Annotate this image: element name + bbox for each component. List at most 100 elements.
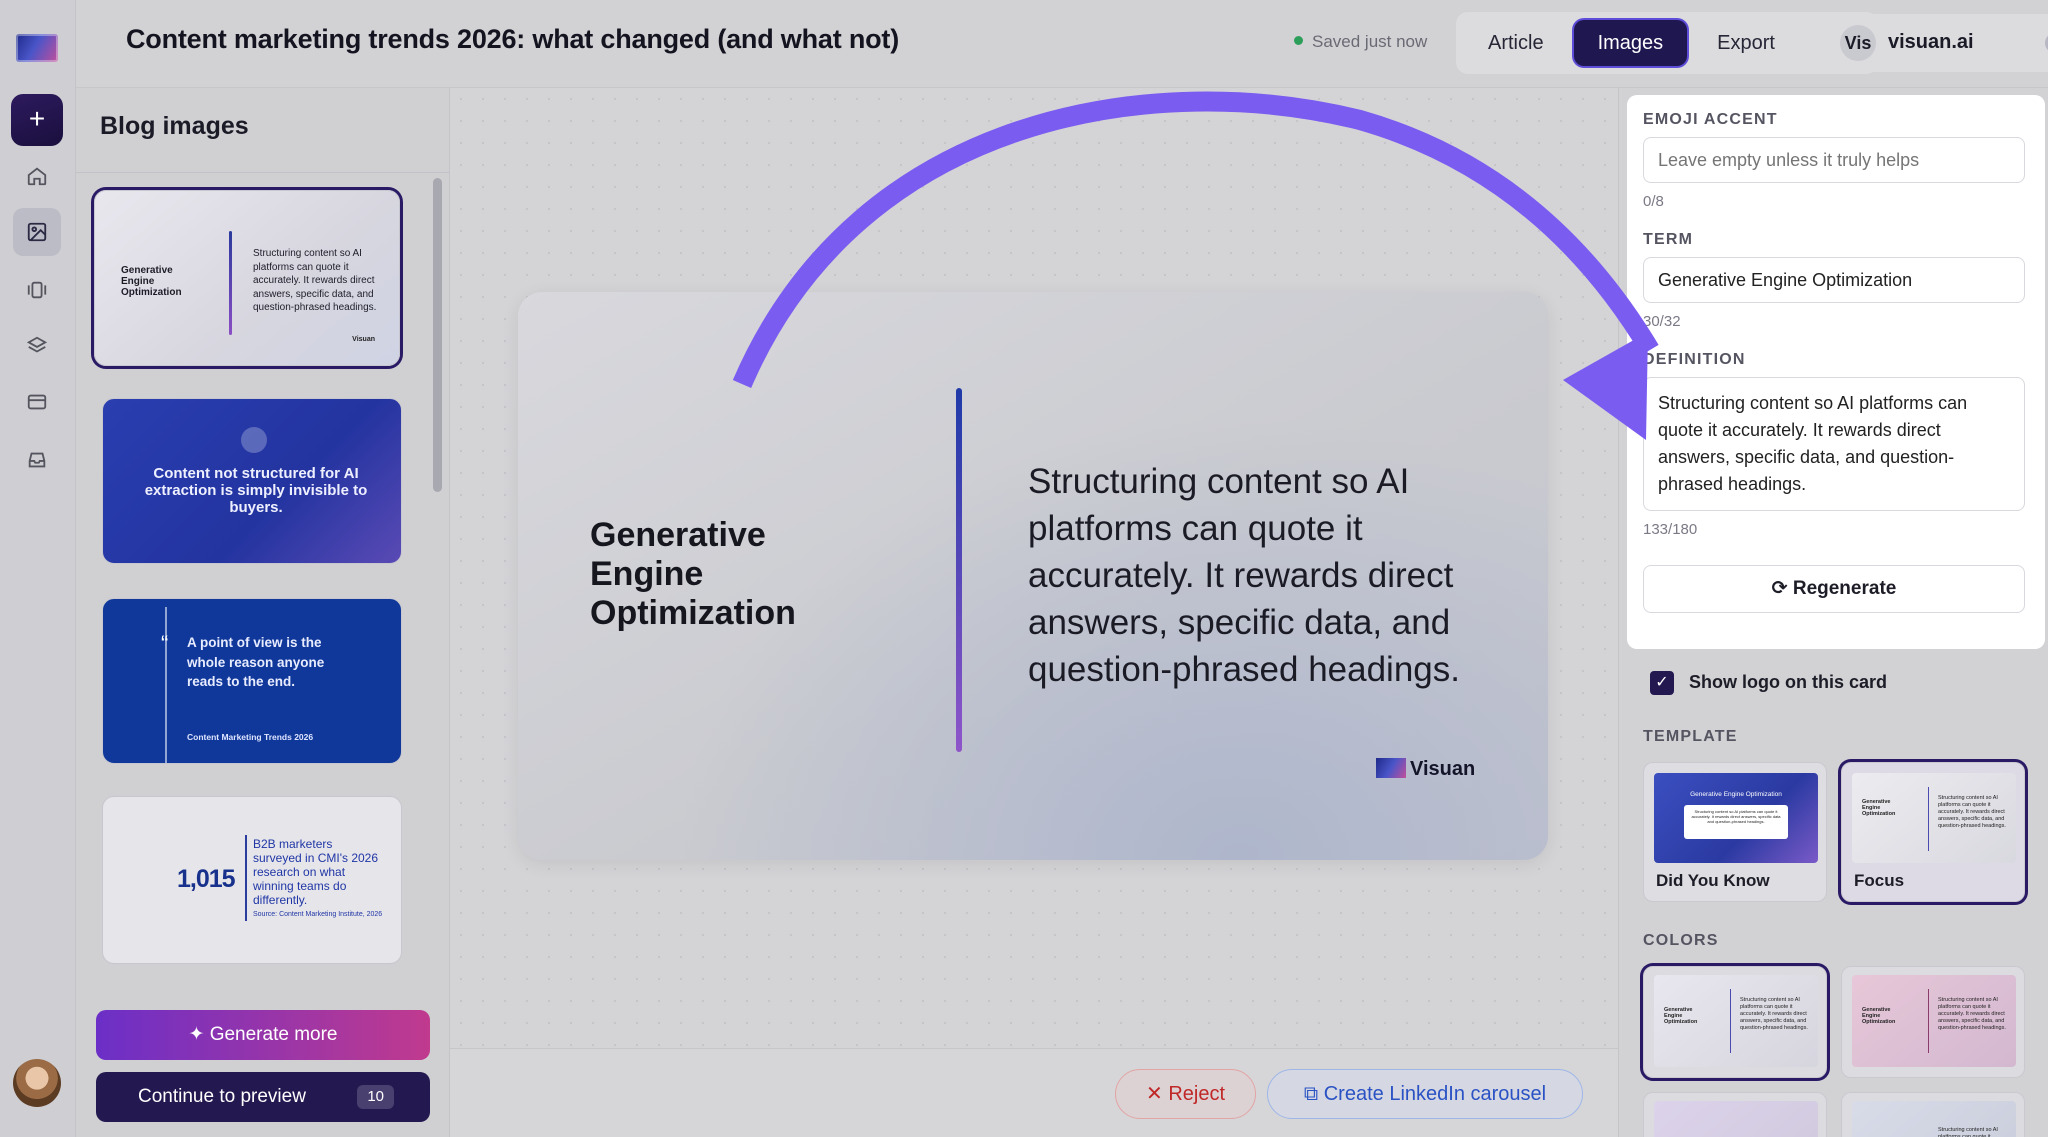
carousel-icon: ⧉ <box>1303 1083 1324 1105</box>
thumb-divider <box>229 231 232 335</box>
properties-panel: EMOJI ACCENT 0/8 TERM Generative Engine … <box>1618 88 2048 1137</box>
color-option[interactable]: Generative Engine Optimization Structuri… <box>1643 966 1827 1078</box>
count-badge: 10 <box>357 1085 394 1109</box>
thumb-stat[interactable]: 1,015 B2B marketers surveyed in CMI's 20… <box>102 796 402 964</box>
panel-title: Blog images <box>100 112 249 140</box>
create-carousel-button[interactable]: ⧉ Create LinkedIn carousel <box>1267 1069 1583 1119</box>
layers-icon[interactable] <box>19 328 55 364</box>
status-dot-icon <box>1294 36 1303 45</box>
show-logo-label: Show logo on this card <box>1689 672 1887 692</box>
emoji-input[interactable] <box>1643 137 2025 183</box>
definition-textarea[interactable]: Structuring content so AI platforms can … <box>1643 377 2025 511</box>
app-logo[interactable] <box>16 34 58 62</box>
quote-icon: “ <box>161 631 169 656</box>
color-mini-divider <box>1730 989 1731 1053</box>
left-rail: + <box>0 0 76 1137</box>
inbox-icon[interactable] <box>19 442 55 478</box>
regenerate-button[interactable]: ⟳ Regenerate <box>1643 565 2025 613</box>
continue-to-preview-button[interactable]: Continue to preview 10 <box>96 1072 430 1122</box>
color-mini-divider <box>1928 989 1929 1053</box>
tab-export[interactable]: Export <box>1693 20 1799 66</box>
color-preview: Generative Engine Optimization Structuri… <box>1852 975 2016 1067</box>
continue-label: Continue to preview <box>138 1086 306 1107</box>
carousel-icon[interactable] <box>19 272 55 308</box>
panel-scrollbar[interactable] <box>433 178 442 492</box>
document-title[interactable]: Content marketing trends 2026: what chan… <box>126 24 899 55</box>
plus-icon: + <box>28 103 46 134</box>
action-bar: ✕ Reject ⧉ Create LinkedIn carousel <box>450 1048 1618 1137</box>
definition-label: DEFINITION <box>1643 351 1746 368</box>
colors-label: COLORS <box>1643 932 1719 949</box>
view-tabs: Article Images Export <box>1456 12 1878 74</box>
tab-images[interactable]: Images <box>1573 20 1688 66</box>
logo-icon <box>1376 758 1406 778</box>
card-icon[interactable] <box>19 384 55 420</box>
lightbulb-icon <box>241 427 267 453</box>
new-button[interactable]: + <box>11 94 63 146</box>
brand-name: visuan.ai <box>1888 31 1974 53</box>
term-input[interactable]: Generative Engine Optimization <box>1643 257 2025 303</box>
thumb-focus[interactable]: Generative Engine Optimization Structuri… <box>94 190 400 366</box>
preview-card[interactable]: Generative Engine Optimization Structuri… <box>518 292 1548 860</box>
thumb-text: Content not structured for AI extraction… <box>144 465 368 516</box>
emoji-count: 0/8 <box>1643 193 1664 210</box>
check-icon: ✓ <box>1655 674 1669 691</box>
template-mini-text: Structuring content so AI platforms can … <box>1938 795 2006 829</box>
thumb-source: Content Marketing Trends 2026 <box>187 732 314 742</box>
image-icon[interactable] <box>13 208 61 256</box>
blog-images-panel: Blog images Generative Engine Optimizati… <box>76 88 450 1137</box>
color-mini-text: Structuring content so AI platforms can … <box>1740 997 1808 1031</box>
template-mini-term: Generative Engine Optimization <box>1862 799 1896 817</box>
color-option[interactable]: Generative Engine Optimization Structuri… <box>1841 966 2025 1078</box>
color-option[interactable] <box>1643 1092 1827 1137</box>
thumb-logo: Visuan <box>352 336 375 343</box>
tab-article[interactable]: Article <box>1464 20 1568 66</box>
close-icon: ✕ <box>1145 1083 1169 1105</box>
color-option[interactable]: Structuring content so AI platforms can … <box>1841 1092 2025 1137</box>
emoji-label: EMOJI ACCENT <box>1643 111 1778 128</box>
thumb-quote[interactable]: “ A point of view is the whole reason an… <box>102 598 402 764</box>
refresh-icon: ⟳ <box>1771 578 1793 599</box>
template-focus[interactable]: Generative Engine Optimization Structuri… <box>1841 762 2025 902</box>
color-preview: Structuring content so AI platforms can … <box>1852 1101 2016 1137</box>
carousel-label: Create LinkedIn carousel <box>1323 1083 1547 1105</box>
canvas: Generative Engine Optimization Structuri… <box>450 88 1618 1048</box>
brand-switcher[interactable]: Vis visuan.ai <box>1830 14 2048 72</box>
template-name: Did You Know <box>1656 871 1770 890</box>
sparkle-icon: ✦ <box>188 1024 210 1045</box>
template-mini-divider <box>1928 787 1929 851</box>
color-mini-term: Generative Engine Optimization <box>1862 1007 1896 1025</box>
header: Content marketing trends 2026: what chan… <box>76 0 2048 88</box>
thumb-text: B2B marketers surveyed in CMI's 2026 res… <box>253 837 379 907</box>
color-preview: Generative Engine Optimization Structuri… <box>1654 975 1818 1067</box>
thumb-did-you-know[interactable]: Content not structured for AI extraction… <box>102 398 402 564</box>
template-mini-text: Structuring content so AI platforms can … <box>1684 805 1788 839</box>
color-mini-term: Generative Engine Optimization <box>1664 1007 1698 1025</box>
divider <box>76 172 449 173</box>
color-mini-text: Structuring content so AI platforms can … <box>1938 1127 1998 1137</box>
template-did-you-know[interactable]: Generative Engine Optimization Structuri… <box>1643 762 1827 902</box>
card-divider <box>956 388 962 752</box>
show-logo-checkbox[interactable]: ✓ <box>1650 671 1674 695</box>
brand-avatar: Vis <box>1840 25 1876 61</box>
template-preview: Generative Engine Optimization Structuri… <box>1852 773 2016 863</box>
thumb-term: Generative Engine Optimization <box>121 265 182 298</box>
term-label: TERM <box>1643 231 1694 248</box>
template-mini-title: Generative Engine Optimization <box>1690 791 1782 798</box>
generate-more-button[interactable]: ✦ Generate more <box>96 1010 430 1060</box>
saved-label: Saved just now <box>1312 32 1428 51</box>
card-definition: Structuring content so AI platforms can … <box>1028 462 1460 689</box>
user-avatar[interactable] <box>13 1059 61 1107</box>
regenerate-label: Regenerate <box>1792 578 1897 599</box>
thumb-quote-text: A point of view is the whole reason anyo… <box>187 635 325 689</box>
reject-button[interactable]: ✕ Reject <box>1115 1069 1256 1119</box>
definition-count: 133/180 <box>1643 521 1698 538</box>
reject-label: Reject <box>1168 1083 1226 1105</box>
home-icon[interactable] <box>19 158 55 194</box>
save-status: Saved just now <box>1294 32 1427 52</box>
color-mini-text: Structuring content so AI platforms can … <box>1938 997 2006 1031</box>
generate-more-label: Generate more <box>209 1024 338 1045</box>
color-preview <box>1654 1101 1818 1137</box>
thumb-source: Source: Content Marketing Institute, 202… <box>253 911 383 918</box>
template-name: Focus <box>1854 871 1905 890</box>
